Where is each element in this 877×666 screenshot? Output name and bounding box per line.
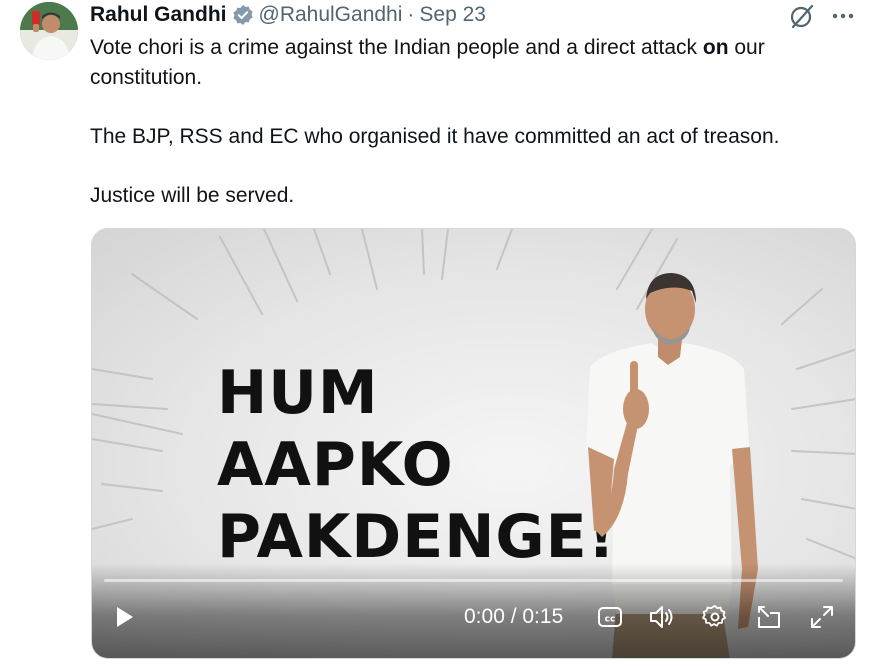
author-handle[interactable]: @RahulGandhi bbox=[259, 3, 403, 27]
tweet-text: Vote chori is a crime against the Indian… bbox=[90, 33, 860, 210]
progress-bar[interactable] bbox=[104, 579, 843, 582]
more-icon[interactable] bbox=[830, 6, 856, 26]
tweet-paragraph-3: Justice will be served. bbox=[90, 183, 295, 207]
popout-icon[interactable] bbox=[755, 603, 783, 631]
grok-icon[interactable] bbox=[788, 2, 816, 30]
tweet-date[interactable]: Sep 23 bbox=[419, 3, 486, 27]
video-player[interactable]: HUM AAPKO PAKDENGE! 0:00 / 0:15 cc bbox=[91, 228, 856, 659]
tweet-text-bold: on bbox=[702, 36, 729, 59]
verified-badge-icon bbox=[232, 4, 254, 26]
headline-line-1: HUM bbox=[217, 358, 379, 428]
volume-icon[interactable] bbox=[648, 603, 676, 631]
video-time: 0:00 / 0:15 bbox=[464, 605, 564, 628]
fullscreen-icon[interactable] bbox=[808, 603, 836, 631]
captions-icon[interactable]: cc bbox=[596, 603, 624, 631]
avatar[interactable] bbox=[20, 2, 78, 60]
headline-line-2: AAPKO bbox=[217, 430, 454, 500]
video-headline: HUM AAPKO PAKDENGE! bbox=[217, 357, 616, 573]
svg-text:cc: cc bbox=[605, 615, 616, 625]
separator-dot: · bbox=[407, 3, 415, 26]
tweet-text-segment: Vote chori is a crime against the Indian… bbox=[90, 36, 703, 59]
settings-icon[interactable] bbox=[701, 603, 729, 631]
tweet-paragraph-1: Vote chori is a crime against the Indian… bbox=[90, 33, 860, 92]
tweet-paragraph-2: The BJP, RSS and EC who organised it hav… bbox=[90, 124, 780, 148]
play-icon[interactable] bbox=[110, 603, 138, 631]
video-controls: 0:00 / 0:15 cc bbox=[92, 563, 855, 658]
tweet-header: Rahul Gandhi @RahulGandhi · Sep 23 bbox=[90, 2, 486, 28]
author-name[interactable]: Rahul Gandhi bbox=[90, 3, 227, 27]
